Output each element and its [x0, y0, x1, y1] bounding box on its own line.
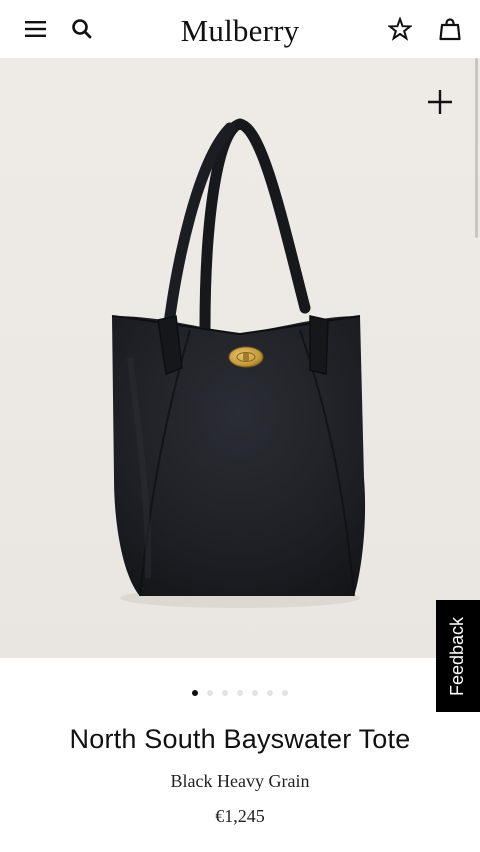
- carousel-dot-6[interactable]: [267, 690, 273, 696]
- brand-logo[interactable]: Mulberry: [181, 13, 300, 49]
- carousel-dot-1[interactable]: [192, 690, 198, 696]
- bag-icon[interactable]: [438, 17, 462, 41]
- feedback-label: Feedback: [447, 616, 468, 696]
- scrollbar[interactable]: [475, 58, 478, 238]
- site-header: Mulberry: [0, 0, 480, 58]
- product-page: Mulberry Feedback North South Bayswater …: [0, 0, 480, 852]
- menu-icon[interactable]: [24, 17, 48, 41]
- carousel-dot-5[interactable]: [252, 690, 258, 696]
- carousel-dot-2[interactable]: [207, 690, 213, 696]
- product-image[interactable]: [0, 58, 480, 658]
- carousel-dot-7[interactable]: [282, 690, 288, 696]
- search-icon[interactable]: [70, 17, 94, 41]
- product-color: Black Heavy Grain: [170, 771, 310, 791]
- carousel-dot-4[interactable]: [237, 690, 243, 696]
- carousel-dot-3[interactable]: [222, 690, 228, 696]
- star-icon[interactable]: [388, 17, 412, 41]
- header-right-icons: [388, 17, 462, 41]
- header-left-icons: [24, 17, 94, 41]
- carousel-dots: [0, 690, 480, 696]
- tote-bag-image: [111, 118, 366, 608]
- zoom-plus-icon[interactable]: [426, 88, 454, 116]
- product-name: North South Bayswater Tote: [69, 724, 411, 754]
- product-price: €1,245: [215, 806, 265, 826]
